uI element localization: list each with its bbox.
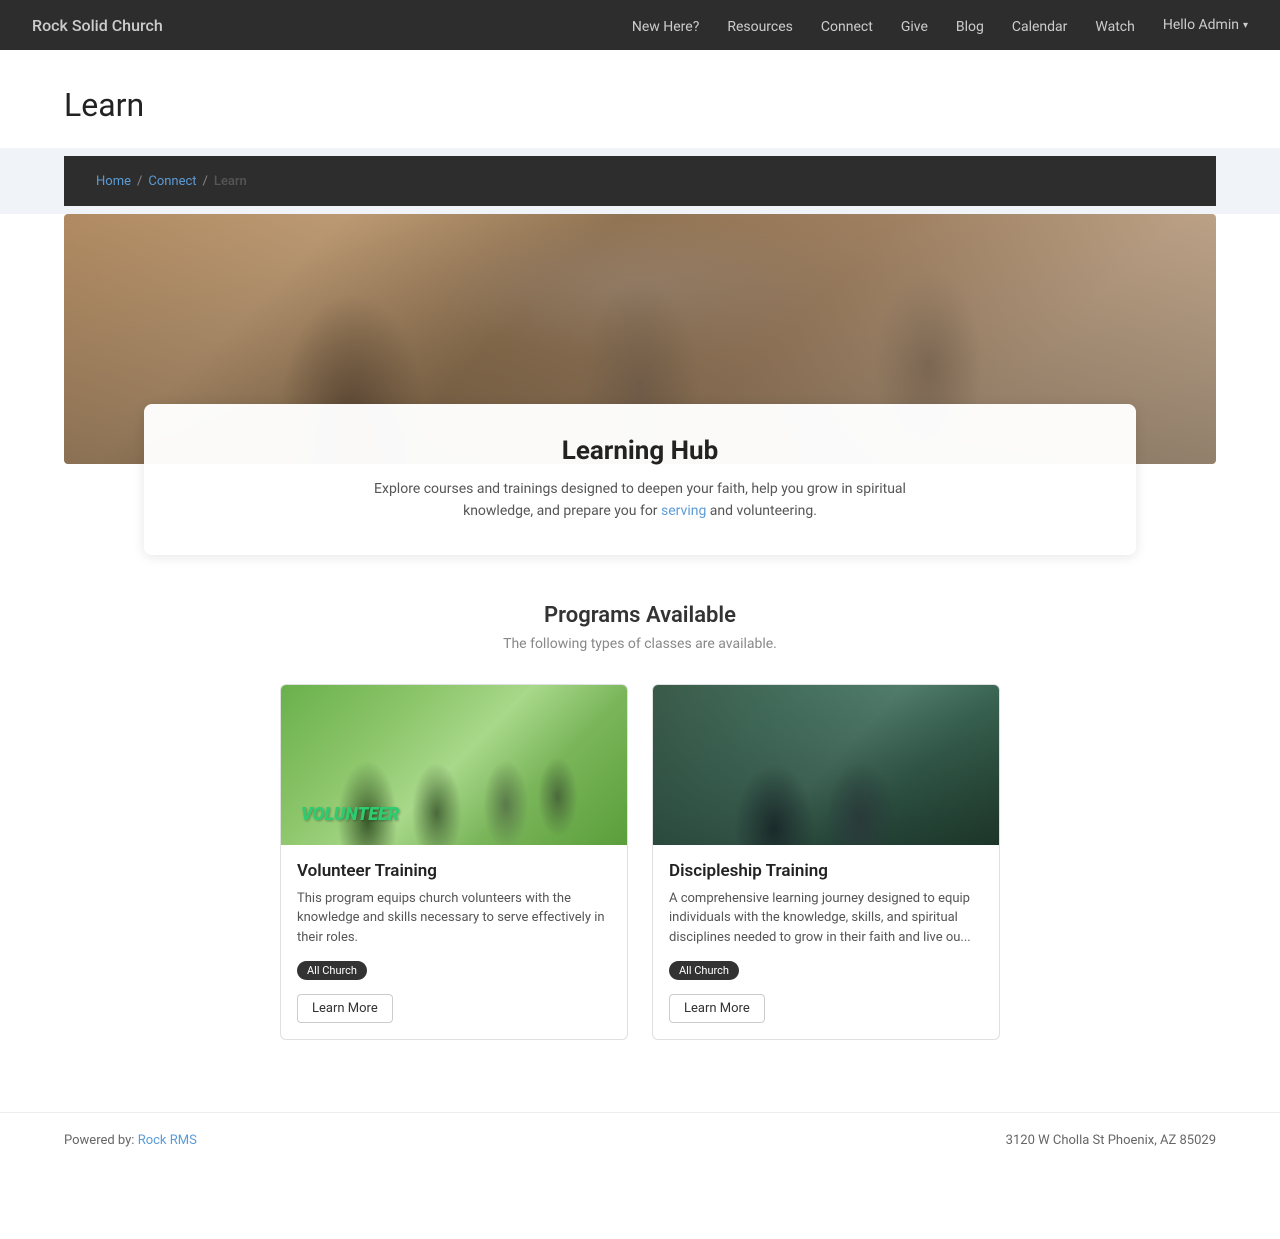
card-badge-volunteer: All Church [297,961,367,980]
learning-hub-desc: Explore courses and trainings designed t… [340,478,940,523]
card-image-discipleship [653,685,999,845]
nav-link-connect[interactable]: Connect [821,19,873,35]
nav-links: New Here? Resources Connect Give Blog Ca… [632,16,1135,35]
card-desc-discipleship-text1: A comprehensive learning journey designe… [669,891,970,926]
learning-hub-desc-text1: Explore courses and trainings designed t… [374,481,906,519]
card-body-volunteer: Volunteer Training This program equips c… [281,845,627,1040]
program-card-volunteer: Volunteer Training This program equips c… [280,684,628,1041]
card-body-discipleship: Discipleship Training A comprehensive le… [653,845,999,1040]
navigation: Rock Solid Church New Here? Resources Co… [0,0,1280,50]
card-desc-discipleship-text2: needed to grow in their faith and live o… [731,930,971,945]
card-title-discipleship: Discipleship Training [669,861,983,881]
breadcrumb-bar: Home / Connect / Learn [0,148,1280,214]
programs-subtitle: The following types of classes are avail… [64,636,1216,652]
breadcrumb-connect[interactable]: Connect [148,174,196,189]
card-learn-more-discipleship[interactable]: Learn More [669,994,765,1023]
page-header: Learn [0,50,1280,148]
nav-brand[interactable]: Rock Solid Church [32,16,163,35]
programs-section: Programs Available The following types o… [0,555,1280,1073]
card-badge-discipleship: All Church [669,961,739,980]
breadcrumb-home[interactable]: Home [96,174,131,189]
learning-hub-desc-link[interactable]: serving [661,503,706,519]
card-learn-more-volunteer[interactable]: Learn More [297,994,393,1023]
card-desc-volunteer-text: This program equips church volunteers wi… [297,891,605,945]
learning-hub-card: Learning Hub Explore courses and trainin… [144,404,1136,555]
learning-hub-desc-text2: and volunteering. [706,503,817,519]
nav-link-watch[interactable]: Watch [1095,19,1134,35]
footer-powered-label: Powered by: [64,1133,138,1148]
page-title: Learn [64,86,1216,124]
admin-menu[interactable]: Hello Admin [1163,17,1248,33]
hero-container: Learning Hub Explore courses and trainin… [64,214,1216,555]
nav-link-calendar[interactable]: Calendar [1012,19,1068,35]
nav-link-new-here[interactable]: New Here? [632,19,699,35]
card-desc-volunteer: This program equips church volunteers wi… [297,889,611,948]
footer-powered-by: Powered by: Rock RMS [64,1133,197,1148]
breadcrumb: Home / Connect / Learn [64,156,1216,206]
learning-hub-title: Learning Hub [192,436,1088,466]
card-desc-discipleship-link: disciplines [669,930,731,945]
breadcrumb-current: Learn [214,174,247,189]
footer: Powered by: Rock RMS 3120 W Cholla St Ph… [0,1112,1280,1168]
program-card-discipleship: Discipleship Training A comprehensive le… [652,684,1000,1041]
cards-grid: Volunteer Training This program equips c… [280,684,1000,1041]
breadcrumb-sep-1: / [137,174,142,189]
footer-address: 3120 W Cholla St Phoenix, AZ 85029 [1006,1133,1216,1148]
nav-link-give[interactable]: Give [901,19,928,35]
card-title-volunteer: Volunteer Training [297,861,611,881]
footer-rock-rms-link[interactable]: Rock RMS [138,1133,197,1148]
nav-link-blog[interactable]: Blog [956,19,984,35]
programs-title: Programs Available [64,603,1216,628]
breadcrumb-sep-2: / [203,174,208,189]
nav-link-resources[interactable]: Resources [727,19,793,35]
card-desc-discipleship: A comprehensive learning journey designe… [669,889,983,948]
admin-label: Hello Admin [1163,17,1239,33]
card-image-volunteer [281,685,627,845]
